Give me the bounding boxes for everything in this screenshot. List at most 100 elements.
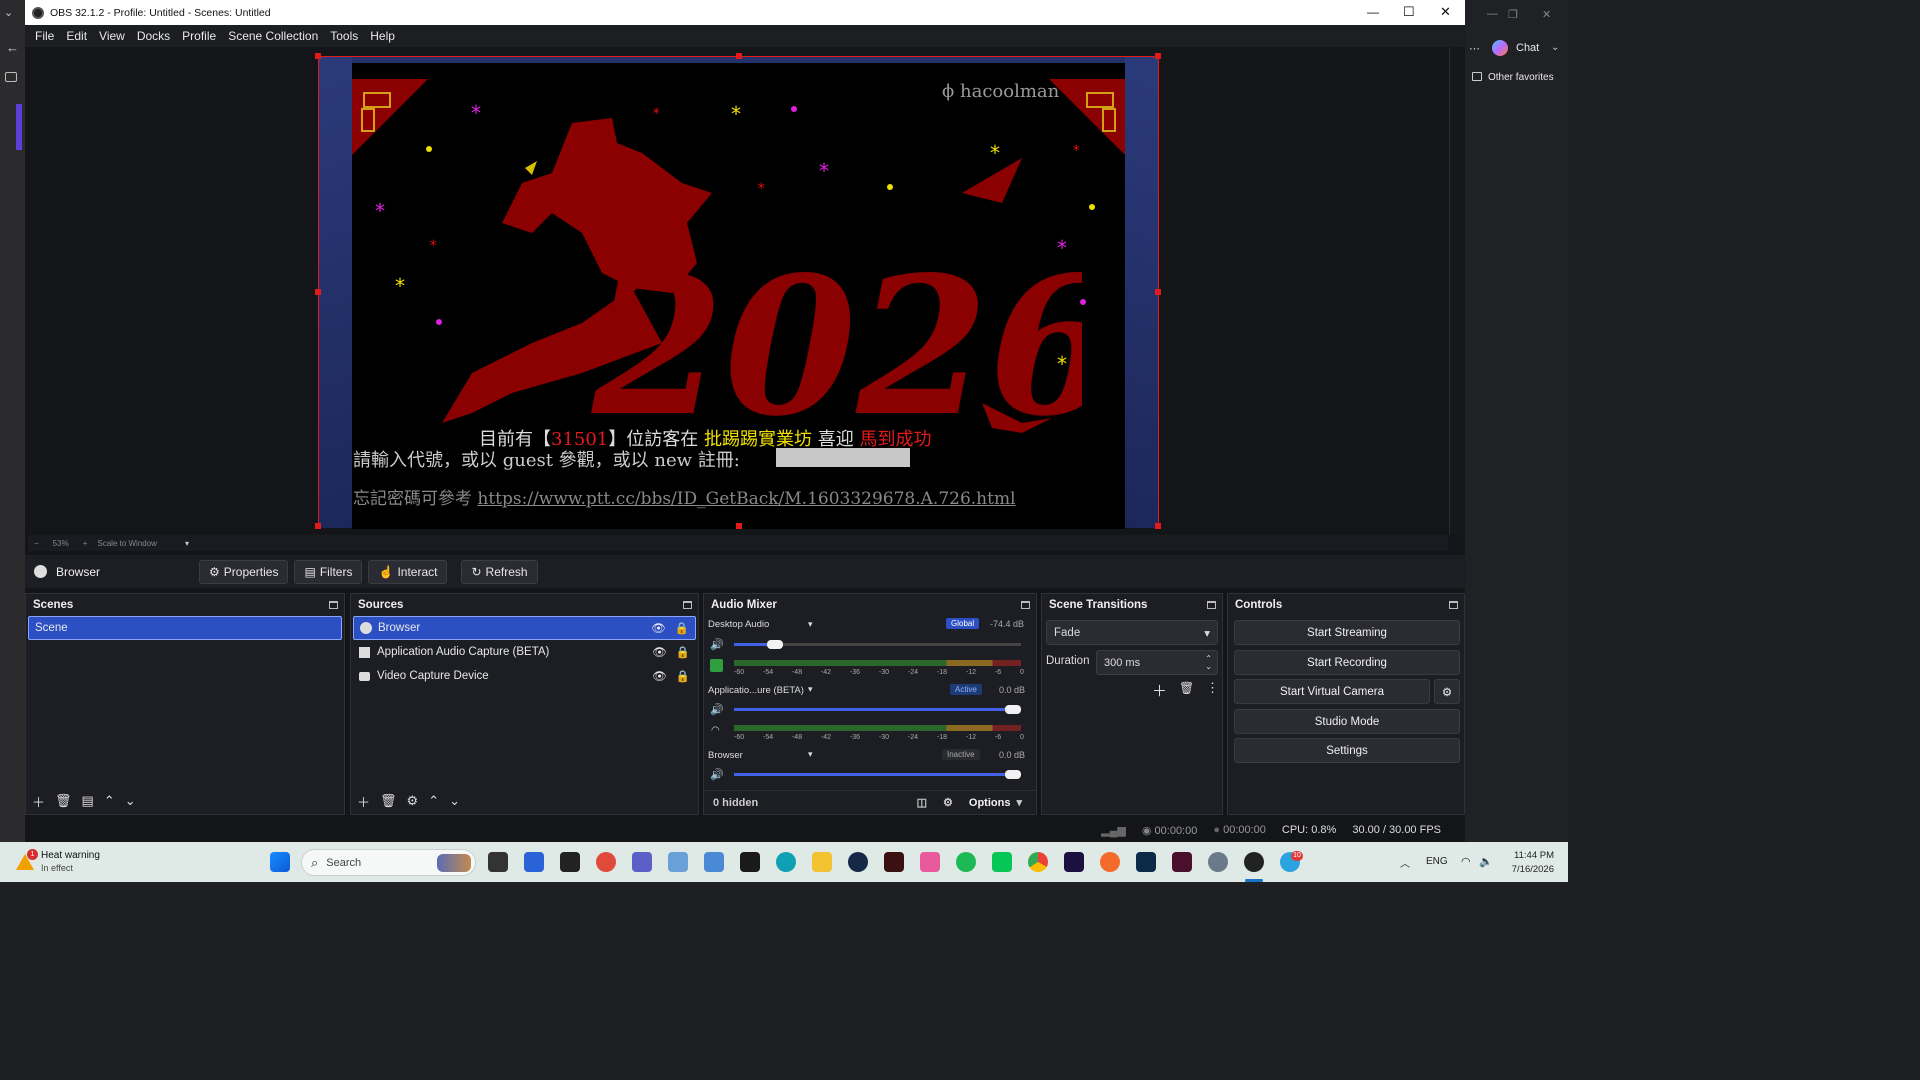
speaker-icon[interactable]: 🔊 — [710, 703, 724, 716]
filter-icon[interactable]: ▤ — [82, 793, 94, 809]
volume-track[interactable] — [734, 708, 1021, 711]
source-item-audio-capture[interactable]: Application Audio Capture (BETA) 👁 🔒 — [353, 640, 696, 664]
minimize-button[interactable]: — — [1367, 5, 1379, 19]
interact-button[interactable]: ☝ Interact — [368, 559, 448, 584]
source-item-video-capture[interactable]: Video Capture Device 👁 🔒 — [353, 664, 696, 688]
zoom-out-button[interactable]: − — [34, 539, 39, 548]
browser-source-frame[interactable]: ϕ hacoolman * * * * * * * * * * * * * 20… — [315, 53, 1161, 529]
trash-icon[interactable]: 🗑 — [1179, 681, 1194, 695]
resize-handle[interactable] — [736, 523, 742, 529]
lock-icon[interactable]: 🔒 — [676, 645, 690, 659]
warning-title[interactable]: Heat warning — [41, 850, 100, 861]
menu-scene-collection[interactable]: Scene Collection — [222, 29, 324, 43]
lock-icon[interactable]: 🔒 — [676, 669, 690, 683]
menu-view[interactable]: View — [93, 29, 131, 43]
app-icon[interactable] — [920, 852, 940, 872]
speaker-icon[interactable]: 🔊 — [710, 638, 724, 651]
chevron-down-icon[interactable]: ▾ — [185, 539, 189, 548]
file-explorer-icon[interactable] — [812, 852, 832, 872]
browser-close[interactable]: ✕ — [1542, 8, 1551, 21]
indesign-icon[interactable] — [1172, 852, 1192, 872]
scale-mode[interactable]: Scale to Window — [97, 539, 157, 548]
forgot-link[interactable]: https://www.ptt.cc/bbs/ID_GetBack/M.1603… — [477, 489, 1015, 509]
clock-time[interactable]: 11:44 PM — [1510, 850, 1554, 861]
headphone-icon[interactable]: ◠ — [711, 725, 720, 736]
chevron-down-icon[interactable]: ▾ — [808, 749, 813, 760]
settings-app-icon[interactable] — [1208, 852, 1228, 872]
resize-handle[interactable] — [1155, 53, 1161, 59]
more-icon[interactable]: ⋯ — [1469, 42, 1480, 55]
search-box[interactable]: ⌕ Search — [301, 849, 476, 876]
ws-app-icon[interactable] — [740, 852, 760, 872]
clock-date[interactable]: 7/16/2026 — [1506, 864, 1554, 875]
tab-icon[interactable] — [5, 72, 17, 82]
start-streaming-button[interactable]: Start Streaming — [1234, 620, 1460, 645]
speaker-icon[interactable]: 🔊 — [710, 768, 724, 781]
transition-select[interactable]: Fade ▾ — [1046, 620, 1218, 645]
menu-file[interactable]: File — [29, 29, 60, 43]
resize-handle[interactable] — [1155, 523, 1161, 529]
volume-knob[interactable] — [1005, 705, 1021, 714]
volume-knob[interactable] — [1005, 770, 1021, 779]
menu-edit[interactable]: Edit — [60, 29, 93, 43]
chrome-icon[interactable] — [1028, 852, 1048, 872]
layout-icon[interactable]: ◫ — [917, 796, 927, 809]
duration-input[interactable]: 300 ms ⌃ ⌄ — [1096, 650, 1218, 675]
trash-icon[interactable]: 🗑 — [380, 793, 397, 809]
maximize-button[interactable]: ☐ — [1403, 4, 1415, 20]
resize-handle[interactable] — [315, 523, 321, 529]
volume-track[interactable] — [734, 773, 1021, 776]
headphone-icon[interactable] — [710, 659, 723, 672]
browser-minimize[interactable]: — — [1487, 8, 1498, 20]
start-virtual-camera-button[interactable]: Start Virtual Camera — [1234, 679, 1430, 704]
resize-handle[interactable] — [736, 53, 742, 59]
chevron-down-icon[interactable]: ▾ — [1016, 796, 1022, 809]
studio-mode-button[interactable]: Studio Mode — [1234, 709, 1460, 734]
line-icon[interactable] — [992, 852, 1012, 872]
gear-icon[interactable]: ⚙ — [407, 793, 419, 809]
chevron-down-icon[interactable]: ⌄ — [1551, 42, 1559, 53]
app-icon[interactable] — [596, 852, 616, 872]
scene-item[interactable]: Scene — [28, 616, 342, 640]
move-up-icon[interactable]: ⌃ — [428, 793, 439, 809]
wifi-icon[interactable]: ◠ — [1461, 855, 1471, 868]
add-scene-button[interactable]: ＋ — [32, 792, 45, 811]
undock-icon[interactable] — [329, 601, 338, 609]
move-down-icon[interactable]: ⌄ — [125, 793, 136, 809]
vpn-icon[interactable] — [704, 852, 724, 872]
photoshop-icon[interactable] — [1136, 852, 1156, 872]
language-indicator[interactable]: ENG — [1426, 856, 1448, 867]
app-icon[interactable] — [668, 852, 688, 872]
chat-label[interactable]: Chat — [1516, 42, 1539, 54]
windows-start-icon[interactable] — [270, 852, 290, 872]
advanced-audio-icon[interactable]: ⚙ — [943, 796, 953, 809]
menu-profile[interactable]: Profile — [176, 29, 222, 43]
volume-knob[interactable] — [766, 640, 783, 649]
store-icon[interactable] — [524, 852, 544, 872]
app-icon[interactable] — [1100, 852, 1120, 872]
copilot-icon[interactable] — [1492, 40, 1508, 56]
preview-scrollbar[interactable] — [1449, 47, 1463, 535]
filters-button[interactable]: ▤ Filters — [294, 559, 363, 584]
undock-icon[interactable] — [1021, 601, 1030, 609]
login-input[interactable] — [776, 448, 910, 467]
menu-tools[interactable]: Tools — [324, 29, 364, 43]
browser-restore[interactable]: ❐ — [1508, 8, 1518, 21]
refresh-button[interactable]: ↻ Refresh — [461, 559, 538, 584]
move-down-icon[interactable]: ⌄ — [449, 793, 460, 809]
tray-chevron-icon[interactable]: ︿ — [1400, 855, 1410, 870]
eye-icon[interactable]: 👁 — [651, 621, 666, 635]
move-up-icon[interactable]: ⌃ — [104, 793, 115, 809]
source-item-browser[interactable]: Browser 👁 🔒 — [353, 616, 696, 640]
stepper-icon[interactable]: ⌃ ⌄ — [1205, 654, 1212, 671]
menu-help[interactable]: Help — [364, 29, 401, 43]
eye-icon[interactable]: 👁 — [652, 669, 667, 683]
start-recording-button[interactable]: Start Recording — [1234, 650, 1460, 675]
more-options-icon[interactable]: ⋮ — [1206, 680, 1219, 696]
undock-icon[interactable] — [1207, 601, 1216, 609]
volume-icon[interactable]: 🔈 — [1479, 855, 1493, 868]
lock-icon[interactable]: 🔒 — [675, 621, 689, 635]
chevron-down-icon[interactable]: ▾ — [808, 684, 813, 695]
other-favorites[interactable]: Other favorites — [1488, 72, 1554, 83]
resize-handle[interactable] — [315, 53, 321, 59]
